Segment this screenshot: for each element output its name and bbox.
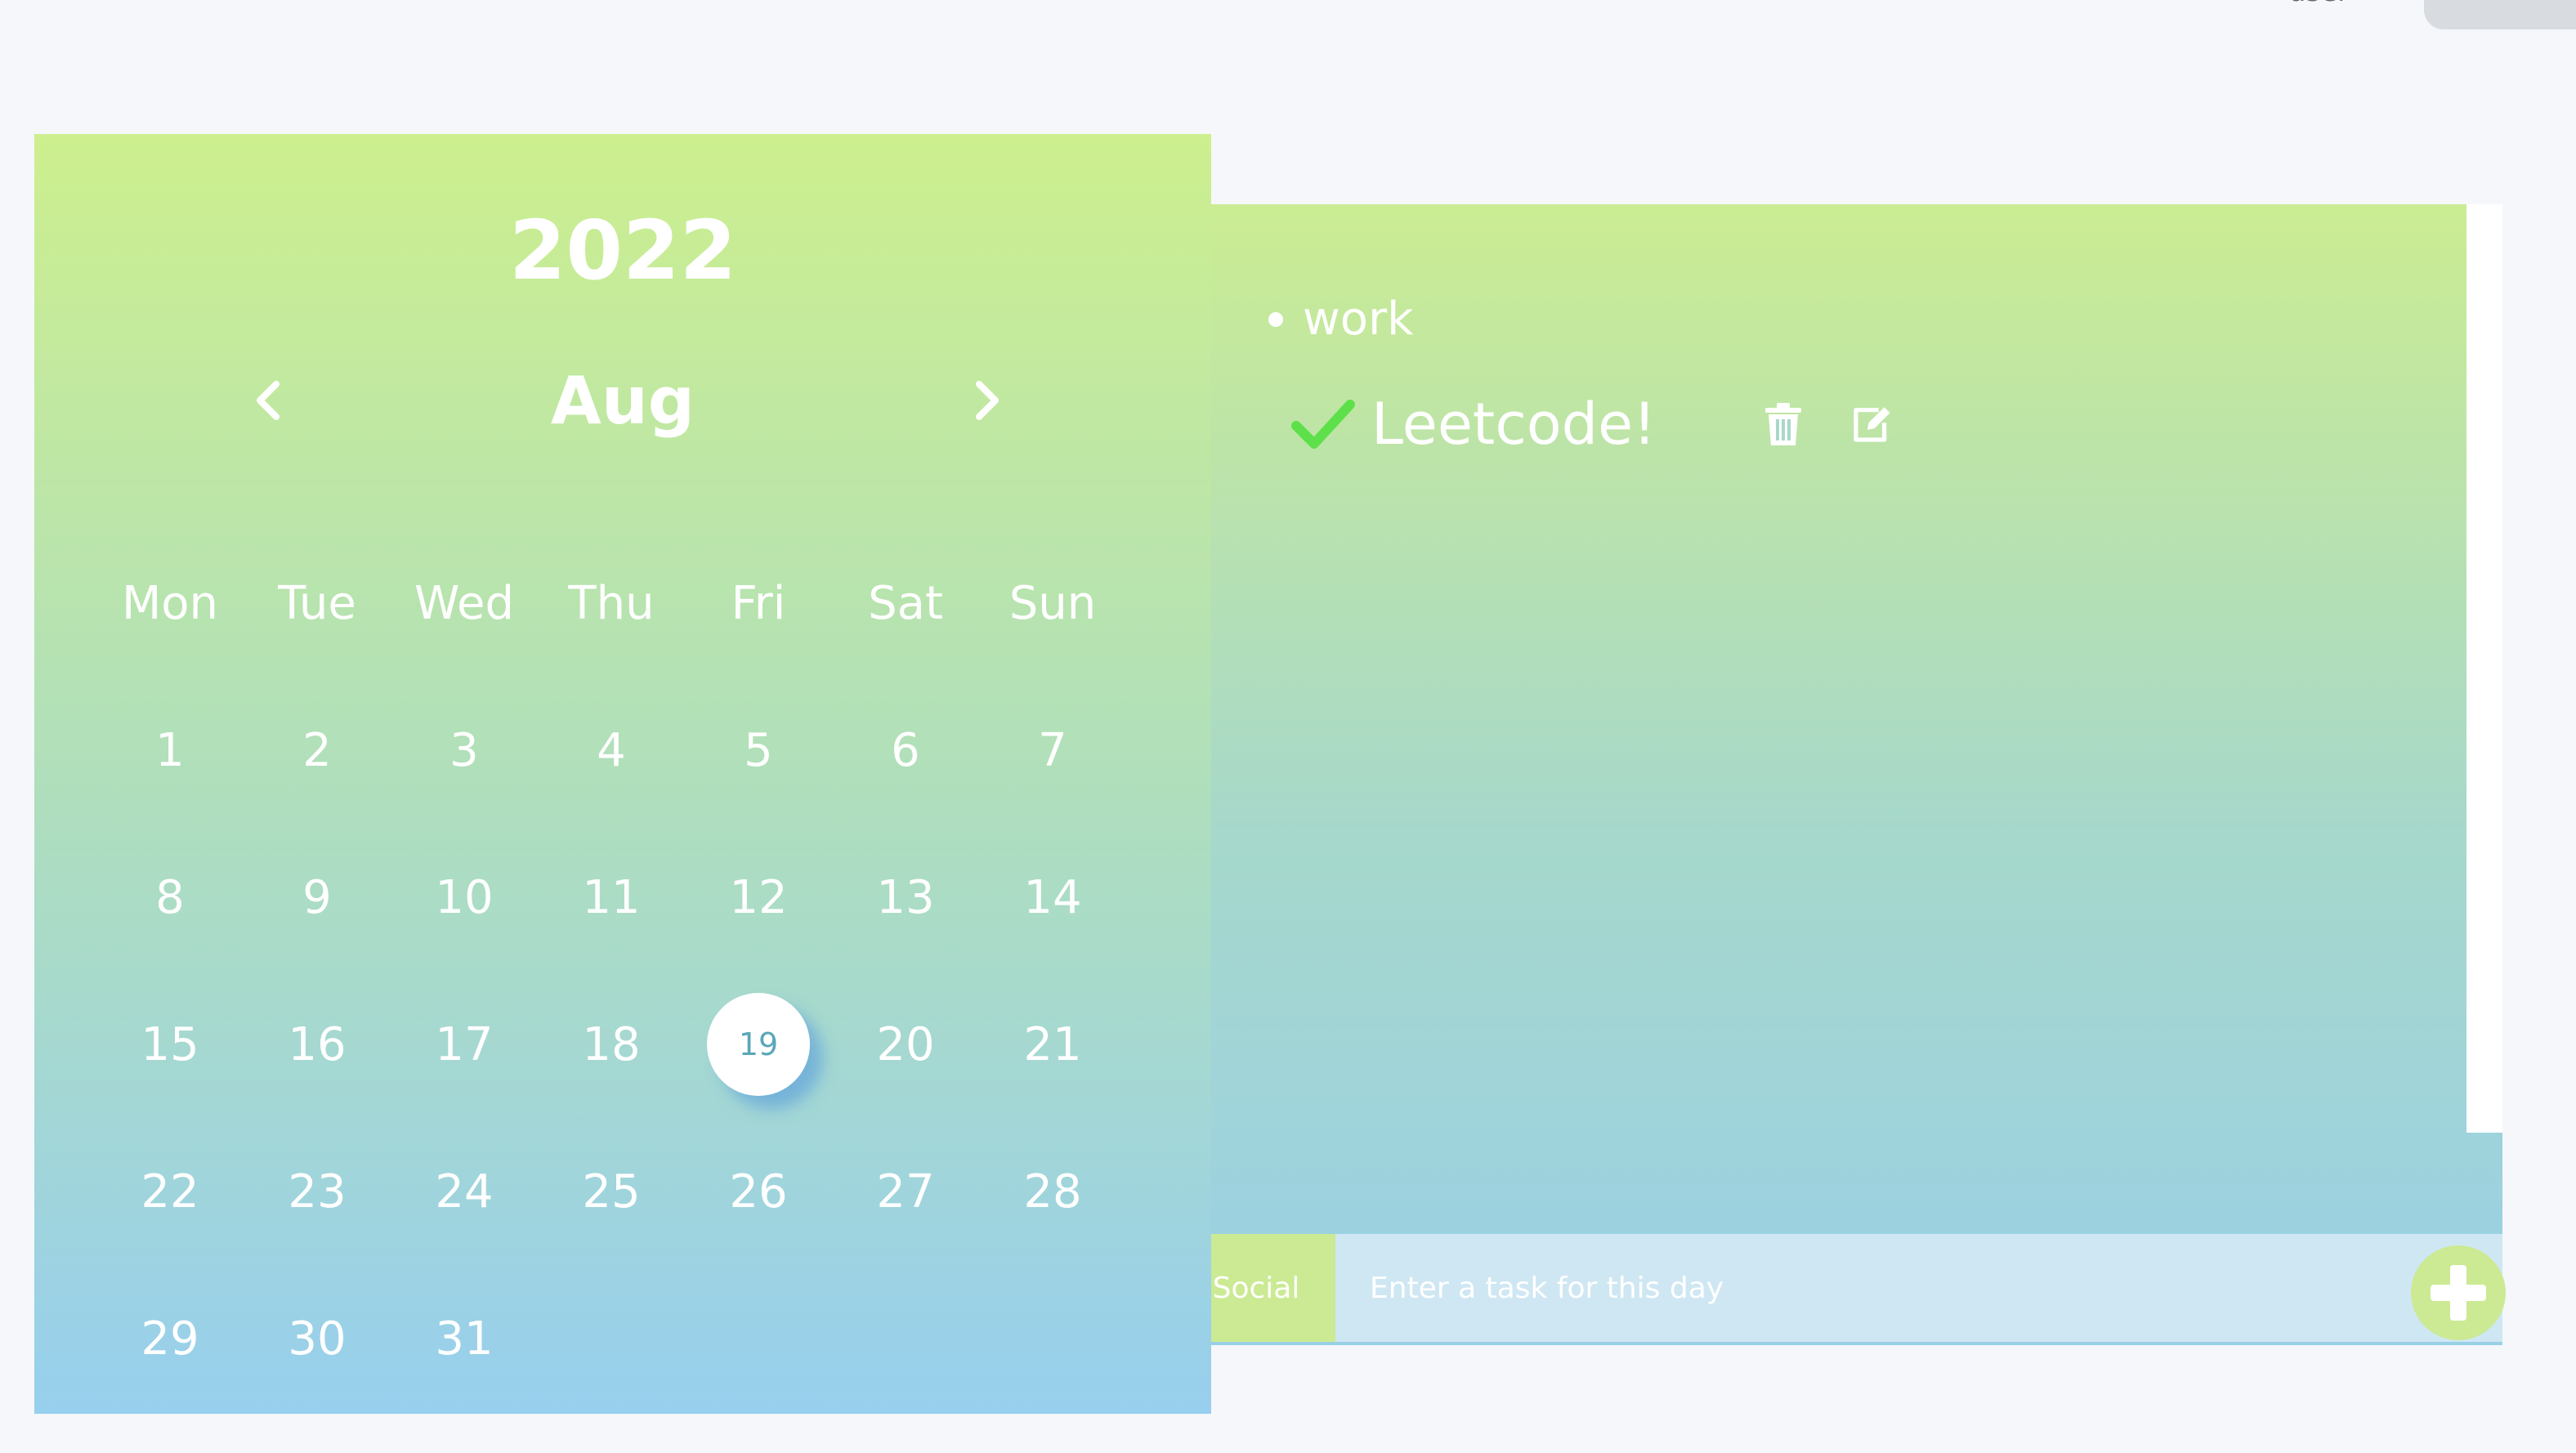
add-task-button[interactable] <box>2411 1245 2506 1340</box>
chevron-left-icon[interactable] <box>245 376 294 425</box>
plus-icon <box>2431 1265 2486 1321</box>
weekday-label: Mon <box>121 576 219 630</box>
weekday-label: Sun <box>1008 576 1097 630</box>
day-cell[interactable]: 13 <box>832 824 979 971</box>
day-number: 2 <box>302 723 332 777</box>
year-label: 2022 <box>508 203 737 298</box>
day-cell[interactable]: 16 <box>244 971 391 1118</box>
weekday-label: Fri <box>731 576 786 630</box>
day-cell[interactable]: 19 <box>685 971 832 1118</box>
task-category: work <box>1268 293 1414 346</box>
day-number: 11 <box>582 870 641 924</box>
day-cell[interactable]: 14 <box>979 824 1126 971</box>
weekday-label: Sat <box>868 576 943 630</box>
day-number: 19 <box>707 993 810 1096</box>
day-number: 6 <box>891 723 920 777</box>
check-icon[interactable] <box>1291 398 1355 450</box>
day-number: 10 <box>435 870 494 924</box>
task-item: Leetcode! <box>1291 391 1893 458</box>
day-number: 23 <box>288 1165 347 1218</box>
topbar-button[interactable] <box>2424 0 2576 29</box>
day-number: 9 <box>302 870 332 924</box>
day-number: 17 <box>435 1017 494 1071</box>
day-number: 29 <box>141 1312 199 1366</box>
calendar: 2022 Aug Mon Tue Wed Thu Fri Sat Sun 123456789… <box>34 134 1211 1414</box>
day-number: 4 <box>597 723 626 777</box>
day-cell[interactable]: 29 <box>96 1265 244 1412</box>
day-number: 18 <box>582 1017 641 1071</box>
day-cell[interactable]: 31 <box>391 1265 538 1412</box>
edit-icon[interactable] <box>1850 401 1893 447</box>
chevron-right-icon[interactable] <box>961 376 1010 425</box>
day-cell[interactable]: 23 <box>244 1118 391 1265</box>
day-cell[interactable]: 20 <box>832 971 979 1118</box>
day-cell[interactable]: 24 <box>391 1118 538 1265</box>
day-cell[interactable]: 10 <box>391 824 538 971</box>
month-label: Aug <box>550 363 695 439</box>
task-input-row: Social <box>1177 1234 2506 1342</box>
weekday-label: Wed <box>414 576 515 630</box>
day-cell[interactable]: 30 <box>244 1265 391 1412</box>
day-number: 26 <box>729 1165 788 1218</box>
task-label: Leetcode! <box>1371 391 1657 458</box>
day-number: 12 <box>729 870 788 924</box>
day-cell[interactable]: 6 <box>832 677 979 824</box>
day-cell[interactable]: 21 <box>979 971 1126 1118</box>
trash-icon[interactable] <box>1762 401 1805 447</box>
day-number: 16 <box>288 1017 347 1071</box>
day-number: 14 <box>1023 870 1082 924</box>
bullet-icon <box>1268 311 1283 327</box>
weekday-row: Mon Tue Wed Thu Fri Sat Sun <box>96 530 1126 677</box>
day-cell[interactable]: 4 <box>538 677 685 824</box>
day-cell[interactable]: 12 <box>685 824 832 971</box>
day-number: 7 <box>1038 723 1067 777</box>
day-number: 21 <box>1023 1017 1082 1071</box>
day-cell[interactable]: 17 <box>391 971 538 1118</box>
day-number: 30 <box>288 1312 347 1366</box>
day-number: 1 <box>155 723 185 777</box>
day-cell[interactable]: 28 <box>979 1118 1126 1265</box>
task-panel-edge <box>2466 204 2502 1133</box>
day-cell[interactable]: 26 <box>685 1118 832 1265</box>
day-cell[interactable]: 5 <box>685 677 832 824</box>
user-label: user <box>2288 0 2349 8</box>
day-cell[interactable]: 3 <box>391 677 538 824</box>
category-label: work <box>1303 293 1414 346</box>
task-actions <box>1762 401 1893 447</box>
day-cell[interactable]: 22 <box>96 1118 244 1265</box>
day-grid: 1 2 3 4 5 6 7 8 9 10 11 12 13 14 15 16 17 18 19 20 21 22 23 24 2… <box>96 677 1126 1412</box>
day-cell[interactable]: 1 <box>96 677 244 824</box>
day-number: 20 <box>876 1017 935 1071</box>
day-number: 24 <box>435 1165 494 1218</box>
day-number: 25 <box>582 1165 641 1218</box>
day-number: 5 <box>744 723 773 777</box>
day-cell[interactable]: 2 <box>244 677 391 824</box>
day-number: 3 <box>449 723 479 777</box>
day-number: 8 <box>155 870 185 924</box>
day-number: 22 <box>141 1165 199 1218</box>
day-cell[interactable]: 9 <box>244 824 391 971</box>
day-cell[interactable]: 25 <box>538 1118 685 1265</box>
day-cell[interactable]: 27 <box>832 1118 979 1265</box>
day-cell[interactable]: 18 <box>538 971 685 1118</box>
day-cell[interactable]: 11 <box>538 824 685 971</box>
day-cell[interactable]: 8 <box>96 824 244 971</box>
day-number: 13 <box>876 870 935 924</box>
task-panel: work Leetcode! Social <box>1177 204 2506 1345</box>
day-number: 15 <box>141 1017 199 1071</box>
weekday-label: Tue <box>278 576 356 630</box>
day-number: 28 <box>1023 1165 1082 1218</box>
day-cell[interactable]: 15 <box>96 971 244 1118</box>
day-number: 31 <box>435 1312 494 1366</box>
day-number: 27 <box>876 1165 935 1218</box>
weekday-label: Thu <box>568 576 655 630</box>
day-cell[interactable]: 7 <box>979 677 1126 824</box>
task-input[interactable] <box>1335 1234 2502 1342</box>
